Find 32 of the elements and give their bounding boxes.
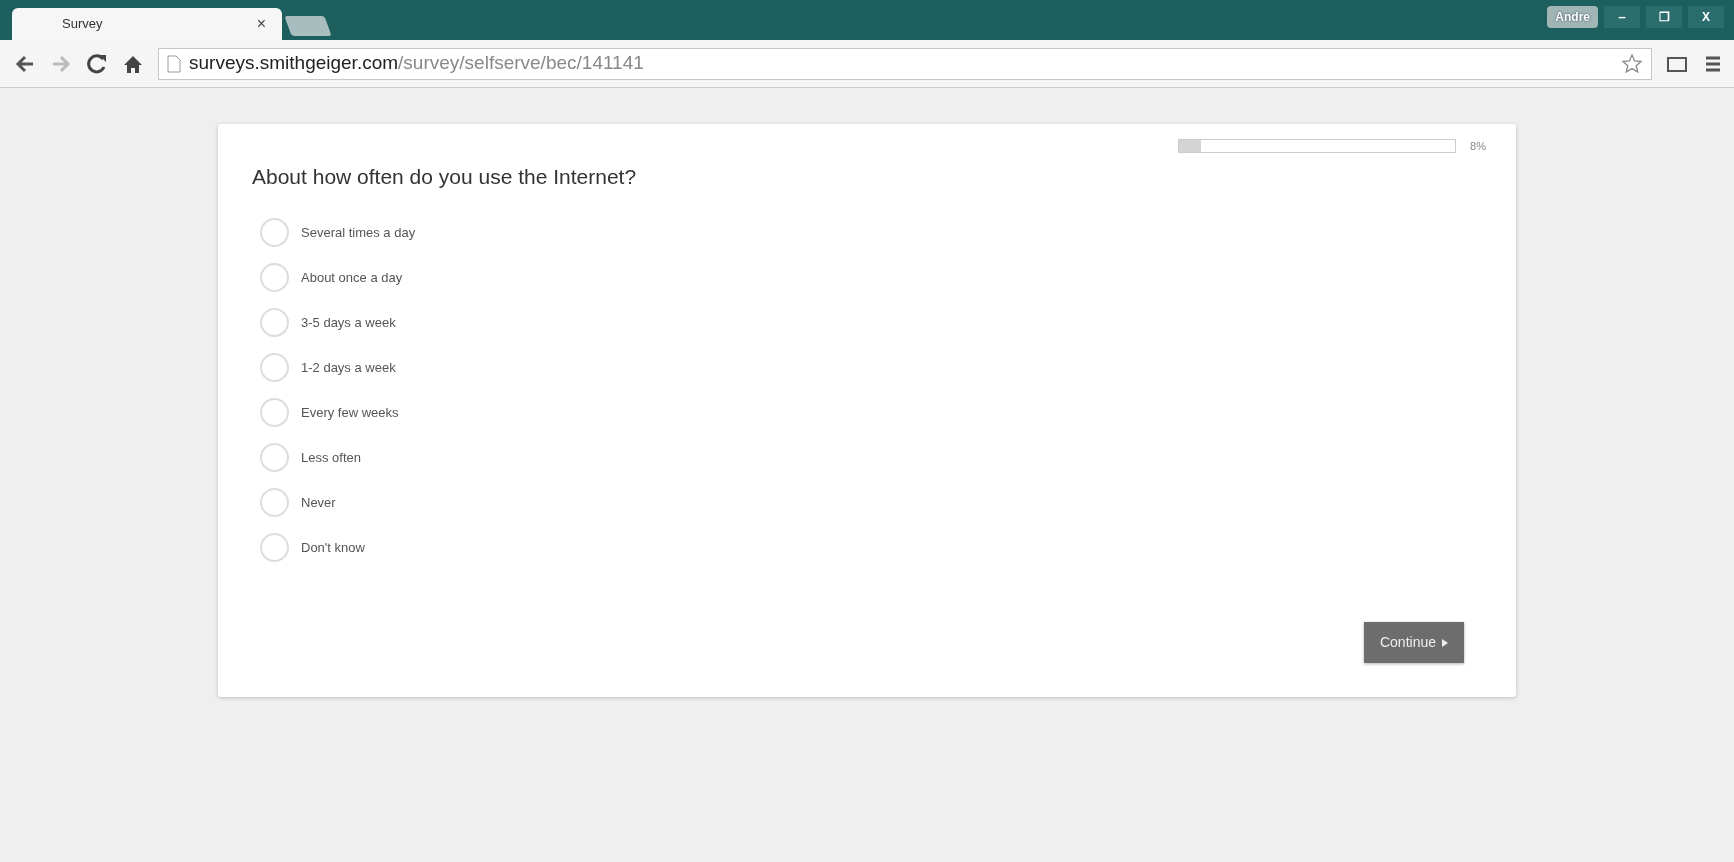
option-label[interactable]: About once a day (301, 267, 403, 288)
radio-button[interactable] (260, 308, 289, 337)
close-icon[interactable]: × (256, 12, 266, 36)
option-label[interactable]: Several times a day (301, 222, 416, 243)
radio-button[interactable] (260, 533, 289, 562)
option-label[interactable]: Never (301, 492, 336, 513)
radio-button[interactable] (260, 218, 289, 247)
star-icon[interactable] (1621, 52, 1643, 75)
maximize-button[interactable]: ❐ (1646, 6, 1682, 28)
new-tab-button[interactable] (284, 16, 332, 36)
option-label[interactable]: Less often (301, 447, 361, 468)
question-text: About how often do you use the Internet? (252, 163, 638, 190)
radio-button[interactable] (260, 443, 289, 472)
reload-icon[interactable] (86, 52, 108, 75)
radio-button[interactable] (260, 353, 289, 382)
close-button[interactable]: X (1688, 6, 1724, 28)
address-bar[interactable]: surveys.smithgeiger.com/survey/selfserve/bec/141141 (158, 47, 1652, 80)
option-label[interactable]: 3-5 days a week (301, 312, 396, 333)
minimize-button[interactable]: ‒ (1604, 6, 1640, 28)
radio-button[interactable] (260, 398, 289, 427)
radio-button[interactable] (260, 263, 289, 292)
option-label[interactable]: Don't know (301, 537, 365, 558)
radio-button[interactable] (260, 488, 289, 517)
arrow-icon (1442, 638, 1448, 647)
url-text: surveys.smithgeiger.com/survey/selfserve/bec/141141 (189, 51, 644, 76)
continue-button[interactable]: Continue (1363, 622, 1464, 663)
option-label[interactable]: 1-2 days a week (301, 357, 396, 378)
page-icon (167, 54, 181, 73)
option-label[interactable]: Every few weeks (301, 402, 399, 423)
progress-text: 8% (1470, 139, 1486, 154)
tab-title: Survey (62, 15, 103, 34)
browser-tab[interactable]: Survey × (12, 8, 282, 40)
